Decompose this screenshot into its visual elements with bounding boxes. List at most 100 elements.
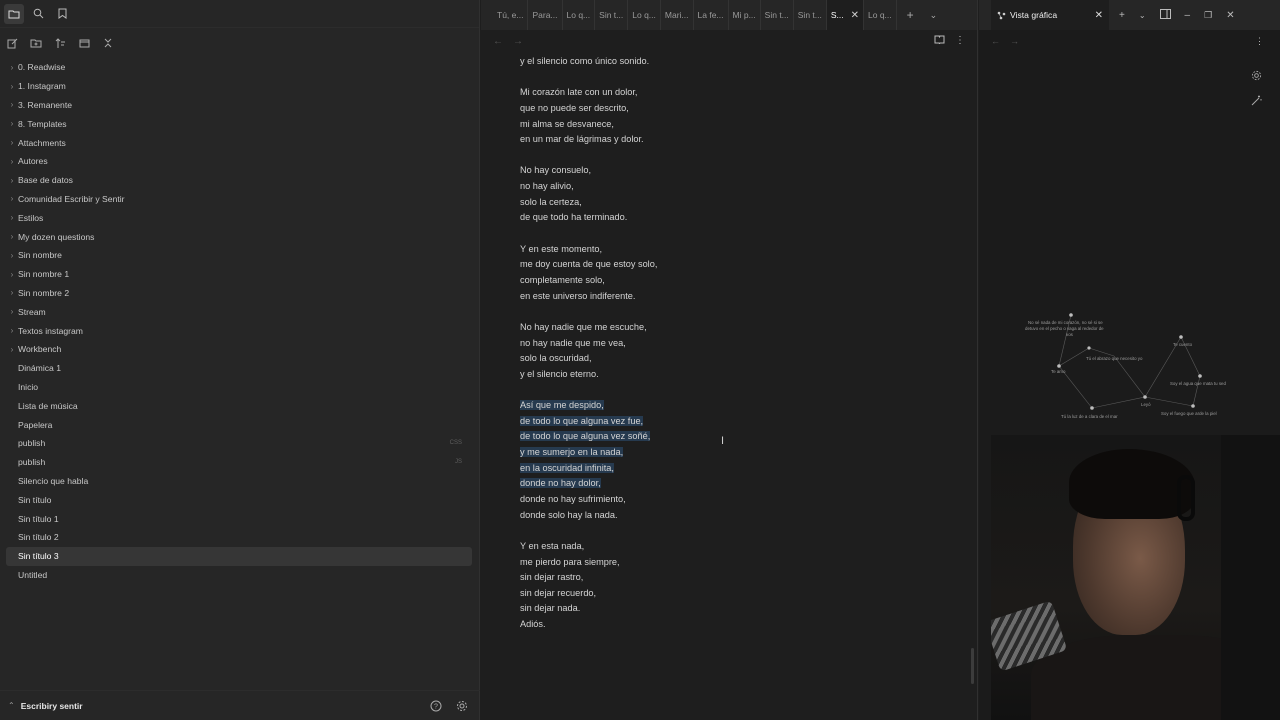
poem-line (520, 148, 940, 164)
sidebar-toggle-icon[interactable] (1159, 8, 1171, 22)
auto-reveal-button[interactable] (74, 33, 94, 53)
chevron-down-icon[interactable]: ⌄ (930, 10, 938, 21)
close-window-icon[interactable]: ✕ (1226, 10, 1234, 21)
chevron-right-icon[interactable]: › (6, 307, 18, 316)
tab-note[interactable]: Para... (528, 0, 563, 30)
file-item[interactable]: Papelera (6, 415, 472, 434)
graph-canvas[interactable]: No sé nada de mi corazón, no sé si se de… (979, 300, 1280, 435)
more-options-icon[interactable]: ⋮ (955, 35, 965, 47)
tab-note[interactable]: Sin t... (595, 0, 629, 30)
settings-button[interactable] (452, 696, 472, 716)
file-item[interactable]: Sin título 3 (6, 546, 472, 566)
tab-note[interactable]: Sin t... (761, 0, 794, 30)
folder-item[interactable]: › Attachments (6, 133, 472, 152)
tab-note[interactable]: Mi p... (729, 0, 761, 30)
tab-note[interactable]: Lo q... (563, 0, 596, 30)
close-tab-icon[interactable]: ✕ (1095, 10, 1103, 21)
new-tab-icon[interactable]: + (1119, 10, 1125, 21)
chevron-right-icon[interactable]: › (6, 157, 18, 166)
poem-line-text: completamente solo, (520, 274, 605, 285)
tab-label: Sin t... (797, 10, 822, 20)
folder-item[interactable]: › Textos instagram (6, 321, 472, 340)
folder-item[interactable]: › Comunidad Escribir y Sentir (6, 190, 472, 209)
folder-item[interactable]: › 3. Remanente (6, 96, 472, 115)
maximize-icon[interactable]: ❐ (1204, 10, 1212, 21)
help-button[interactable]: ? (426, 696, 446, 716)
file-item[interactable]: Sin título (6, 490, 472, 509)
new-folder-button[interactable] (26, 33, 46, 53)
magic-wand-icon[interactable] (1251, 95, 1262, 108)
chevron-right-icon[interactable]: › (6, 326, 18, 335)
folder-item[interactable]: › Estilos (6, 208, 472, 227)
file-item[interactable]: Inicio (6, 378, 472, 397)
chevron-right-icon[interactable]: › (6, 194, 18, 203)
file-item[interactable]: Sin título 2 (6, 528, 472, 547)
chevron-right-icon[interactable]: › (6, 82, 18, 91)
chevron-right-icon[interactable]: › (6, 288, 18, 297)
close-tab-icon[interactable]: ✕ (851, 10, 859, 21)
chevron-right-icon[interactable]: › (6, 138, 18, 147)
chevron-right-icon[interactable]: › (6, 119, 18, 128)
chevron-down-icon[interactable]: ⌄ (1139, 11, 1146, 20)
tab-note[interactable]: S... ✕ (826, 0, 865, 30)
file-item[interactable]: publish JS (6, 453, 472, 472)
collapse-all-button[interactable] (98, 33, 118, 53)
chevron-right-icon[interactable]: › (6, 251, 18, 260)
folder-item[interactable]: › Base de datos (6, 171, 472, 190)
folder-item[interactable]: › My dozen questions (6, 227, 472, 246)
more-options-icon[interactable]: ⋮ (1255, 36, 1264, 47)
new-tab-icon[interactable]: + (907, 8, 914, 22)
tab-note[interactable]: La fe... (694, 0, 729, 30)
folder-item[interactable]: › Sin nombre 1 (6, 265, 472, 284)
poem-line: mi alma se desvanece, (520, 117, 940, 133)
chevron-right-icon[interactable]: › (6, 100, 18, 109)
folder-item[interactable]: › 8. Templates (6, 114, 472, 133)
poem-line (520, 226, 940, 242)
file-item[interactable]: publish CSS (6, 434, 472, 453)
tab-note[interactable]: Sin t... (794, 0, 827, 30)
folder-item[interactable]: › Sin nombre 2 (6, 284, 472, 303)
poem-line (520, 304, 940, 320)
tab-note[interactable]: Tú, e... (493, 0, 529, 30)
file-item[interactable]: Lista de música (6, 396, 472, 415)
bookmarks-tab-button[interactable] (52, 4, 72, 24)
poem-line: completamente solo, (520, 273, 940, 289)
reading-view-icon[interactable] (934, 35, 945, 47)
folder-item[interactable]: › Autores (6, 152, 472, 171)
search-tab-button[interactable] (28, 4, 48, 24)
gear-icon[interactable] (1251, 70, 1262, 83)
forward-arrow-icon[interactable]: → (1010, 36, 1019, 46)
file-item[interactable]: Dinámica 1 (6, 359, 472, 378)
chevron-right-icon[interactable]: › (6, 270, 18, 279)
note-content[interactable]: y el silencio como único sonido. Mi coraz… (520, 54, 940, 633)
folder-label: Sin nombre 1 (18, 269, 70, 280)
chevron-right-icon[interactable]: › (6, 176, 18, 185)
tab-note[interactable]: Mari... (661, 0, 694, 30)
sort-button[interactable] (50, 33, 70, 53)
folder-item[interactable]: › Workbench (6, 340, 472, 359)
tab-note[interactable]: Lo q... (628, 0, 661, 30)
new-note-button[interactable] (2, 33, 22, 53)
minimize-icon[interactable]: – (1185, 10, 1191, 21)
editor-scrollbar[interactable] (971, 648, 974, 684)
back-arrow-icon[interactable]: ← (493, 36, 503, 47)
chevron-right-icon[interactable]: › (6, 213, 18, 222)
folder-item[interactable]: › Stream (6, 302, 472, 321)
file-item[interactable]: Silencio que habla (6, 472, 472, 491)
tab-graph-view[interactable]: Vista gráfica ✕ (991, 0, 1109, 30)
folder-item[interactable]: › 1. Instagram (6, 77, 472, 96)
back-arrow-icon[interactable]: ← (991, 36, 1000, 46)
file-item[interactable]: Untitled (6, 566, 472, 585)
chevron-right-icon[interactable]: › (6, 345, 18, 354)
chevron-right-icon[interactable]: › (6, 63, 18, 72)
folder-item[interactable]: › Sin nombre (6, 246, 472, 265)
vault-name[interactable]: Escribiry sentir (21, 701, 83, 711)
chevron-right-icon[interactable]: › (6, 232, 18, 241)
forward-arrow-icon[interactable]: → (513, 36, 523, 47)
folder-item[interactable]: › 0. Readwise (6, 58, 472, 77)
graph-node-label: Te cuento (1173, 342, 1193, 347)
vault-chevron-icon[interactable]: ⌃ (8, 701, 15, 710)
file-item[interactable]: Sin título 1 (6, 509, 472, 528)
tab-note[interactable]: Lo q... (864, 0, 897, 30)
files-tab-button[interactable] (4, 3, 24, 24)
